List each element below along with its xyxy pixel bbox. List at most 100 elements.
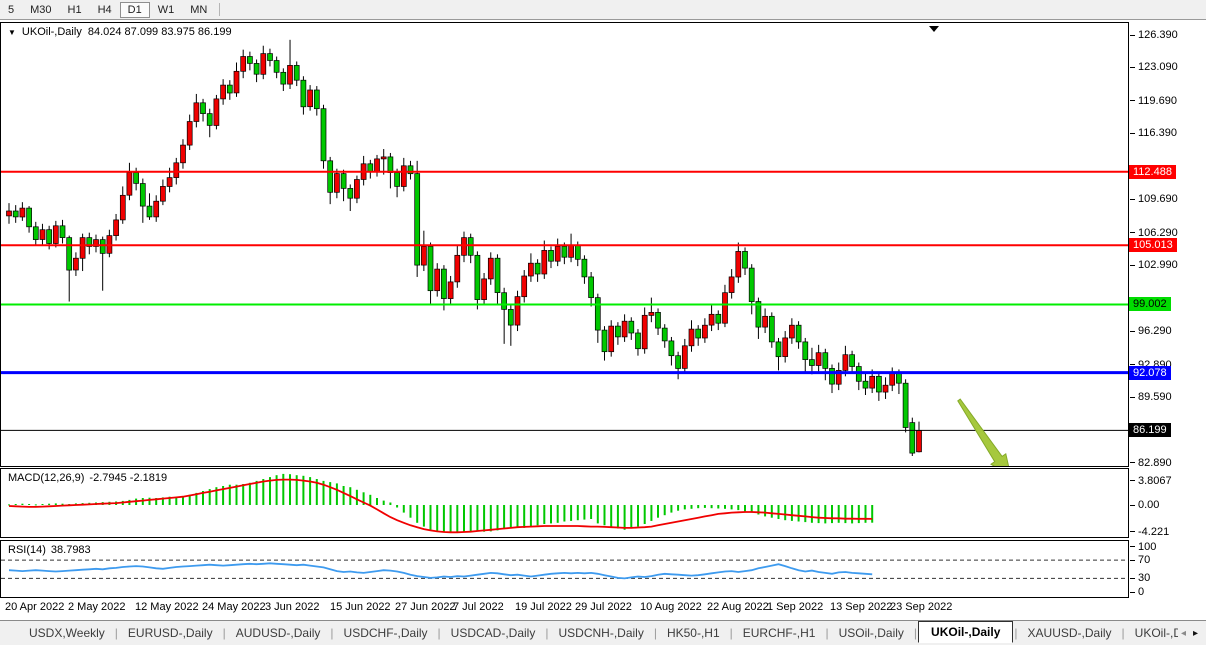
rsi-axis-tick: 70 [1130,554,1150,566]
date-label: 19 Jul 2022 [515,601,572,613]
chart-symbol-label: UKOil-,Daily [22,26,82,38]
tick-mark [1130,505,1135,506]
date-label: 20 Apr 2022 [5,601,64,613]
tick-mark [1130,67,1135,68]
price-axis-tick: 96.290 [1130,325,1172,337]
rsi-axis-tick: 30 [1130,572,1150,584]
price-level-tag-92.078: 92.078 [1129,366,1171,380]
tick-mark [1130,331,1135,332]
tab-separator: | [825,626,828,640]
timeframe-button-H4[interactable]: H4 [90,2,120,18]
date-label: 27 Jun 2022 [395,601,456,613]
price-level-tag-86.199: 86.199 [1129,423,1171,437]
timeframe-button-H1[interactable]: H1 [60,2,90,18]
tick-mark [1130,133,1135,134]
tab-usdx-weekly[interactable]: USDX,Weekly [20,623,114,643]
timeframe-toolbar: 5M30H1H4D1W1MN [0,0,1206,20]
tab-scroll-right-icon[interactable]: ▸ [1193,628,1198,639]
macd-name: MACD(12,26,9) [8,472,84,484]
tick-mark [1130,592,1135,593]
timeframe-button-5[interactable]: 5 [0,2,22,18]
price-axis-tick: 106.290 [1130,227,1178,239]
price-axis-tick: 119.690 [1130,95,1177,107]
date-label: 10 Aug 2022 [640,601,702,613]
tab-eurusd-daily[interactable]: EURUSD-,Daily [119,623,222,643]
date-label: 7 Jul 2022 [453,601,504,613]
price-axis-tick: 126.390 [1130,29,1178,41]
tab-audusd-daily[interactable]: AUDUSD-,Daily [227,623,330,643]
chart-dropdown-icon[interactable]: ▼ [8,27,16,38]
date-label: 23 Sep 2022 [890,601,952,613]
tab-xauusd-daily[interactable]: XAUUSD-,Daily [1019,623,1121,643]
tab-ukoil-daily[interactable]: UKOil-,Daily [918,621,1013,643]
tick-mark [1130,546,1135,547]
date-label: 24 May 2022 [202,601,266,613]
tick-mark [1130,199,1135,200]
tick-mark [1130,480,1135,481]
macd-chart-canvas[interactable] [1,469,1128,537]
tab-usdcnh-daily[interactable]: USDCNH-,Daily [549,623,652,643]
date-label: 1 Sep 2022 [767,601,823,613]
main-chart-pane[interactable] [0,22,1129,467]
macd-axis-tick: 3.8067 [1130,475,1172,487]
chart-title: ▼ UKOil-,Daily 84.024 87.099 83.975 86.1… [8,26,232,38]
tab-usdchf-daily[interactable]: USDCHF-,Daily [335,623,437,643]
price-axis-tick: 89.590 [1130,391,1172,403]
price-axis-tick: 102.990 [1130,259,1178,271]
price-axis-tick: 82.890 [1130,457,1172,469]
tick-mark [1130,232,1135,233]
date-label: 22 Aug 2022 [707,601,769,613]
trading-terminal-window: 5M30H1H4D1W1MN ▼ UKOil-,Daily 84.024 87.… [0,0,1206,645]
timeframe-button-M30[interactable]: M30 [22,2,59,18]
tab-usdcad-daily[interactable]: USDCAD-,Daily [442,623,545,643]
rsi-label: RSI(14) 38.7983 [8,544,91,556]
price-level-tag-105.013: 105.013 [1129,238,1177,252]
timeframe-button-MN[interactable]: MN [182,2,215,18]
macd-label: MACD(12,26,9) -2.7945 -2.1819 [8,472,167,484]
price-axis-tick: 109.690 [1130,193,1178,205]
tab-separator: | [914,626,917,640]
symbol-tabbar: USDX,Weekly|EURUSD-,Daily|AUDUSD-,Daily|… [0,620,1206,645]
date-label: 13 Sep 2022 [830,601,892,613]
tab-separator: | [330,626,333,640]
tick-mark [1130,265,1135,266]
date-label: 15 Jun 2022 [330,601,391,613]
tick-mark [1130,35,1135,36]
rsi-axis-tick: 0 [1130,586,1144,598]
tab-separator: | [115,626,118,640]
tab-hk50-h1[interactable]: HK50-,H1 [658,623,729,643]
tab-separator: | [438,626,441,640]
rsi-axis-tick: 100 [1130,541,1156,553]
tab-separator: | [223,626,226,640]
macd-values: -2.7945 -2.1819 [89,472,167,484]
tick-mark [1130,100,1135,101]
toolbar-separator [219,3,220,16]
date-label: 29 Jul 2022 [575,601,632,613]
candlestick-chart-canvas[interactable] [1,23,1128,466]
macd-axis-tick: -4.221 [1130,526,1169,538]
tick-mark [1130,560,1135,561]
tab-separator: | [545,626,548,640]
rsi-value: 38.7983 [51,544,91,556]
timeframe-button-D1[interactable]: D1 [120,2,150,18]
tick-mark [1130,578,1135,579]
rsi-chart-canvas[interactable] [1,541,1128,597]
tab-scroll-left-icon[interactable]: ◂ [1181,628,1186,639]
timeframe-button-W1[interactable]: W1 [150,2,183,18]
tab-eurchf-h1[interactable]: EURCHF-,H1 [734,623,825,643]
tick-mark [1130,531,1135,532]
macd-axis-tick: 0.00 [1130,499,1159,511]
tab-separator: | [654,626,657,640]
tab-scroll-controls: ◂ ▸ [1178,621,1201,645]
tab-separator: | [730,626,733,640]
tick-mark [1130,397,1135,398]
rsi-indicator-pane[interactable]: RSI(14) 38.7983 [0,540,1129,598]
price-axis-tick: 116.390 [1130,127,1177,139]
tab-separator: | [1014,626,1017,640]
chart-ohlc-values: 84.024 87.099 83.975 86.199 [88,26,232,38]
macd-indicator-pane[interactable]: MACD(12,26,9) -2.7945 -2.1819 [0,468,1129,538]
tab-usoil-daily[interactable]: USOil-,Daily [830,623,913,643]
date-label: 12 May 2022 [135,601,199,613]
tab-separator: | [1122,626,1125,640]
rsi-name: RSI(14) [8,544,46,556]
